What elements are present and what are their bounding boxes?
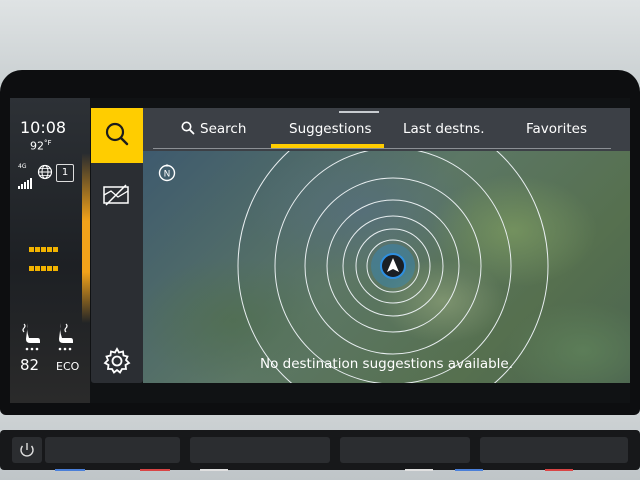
tab-indicator-highlight <box>339 111 379 113</box>
heat-indicator-right <box>545 469 573 471</box>
tab-bar: Search Suggestions Last destns. Favorite… <box>143 108 630 151</box>
climate-controls[interactable] <box>480 437 628 463</box>
status-bar: 10:08 92°F 4G 1 82 ECO <box>10 98 90 403</box>
navigation-panel: Search Suggestions Last destns. Favorite… <box>143 108 630 383</box>
outside-temperature: 92°F <box>30 139 52 153</box>
ambient-dots-icon[interactable] <box>29 238 61 276</box>
climate-right-slider[interactable] <box>340 437 470 463</box>
tab-last-destinations[interactable]: Last destns. <box>403 121 485 137</box>
volume-indicator <box>200 469 228 471</box>
cool-indicator <box>55 469 85 471</box>
compass-icon[interactable]: N <box>157 163 177 187</box>
climate-left-slider[interactable] <box>45 437 180 463</box>
search-icon <box>105 122 129 146</box>
active-tab-underline <box>271 144 384 148</box>
signal-strength-icon <box>18 170 33 189</box>
tab-search[interactable]: Search <box>181 121 246 137</box>
fan-level[interactable]: 82 <box>20 356 39 374</box>
current-position-icon <box>380 253 406 279</box>
map-view[interactable]: N No destination suggestions available. <box>143 151 630 383</box>
eco-mode-label[interactable]: ECO <box>56 360 79 373</box>
ambient-light-edge <box>82 153 90 323</box>
temperature-value: 92 <box>30 139 44 153</box>
globe-icon <box>37 164 53 180</box>
right-indicator <box>405 469 433 471</box>
heat-indicator <box>140 469 170 471</box>
empty-state-message: No destination suggestions available. <box>259 356 514 372</box>
power-icon <box>20 443 34 457</box>
cool-indicator-right <box>455 469 483 471</box>
compass-label: N <box>164 170 171 180</box>
profile-badge[interactable]: 1 <box>56 164 74 182</box>
search-icon <box>181 121 195 135</box>
tab-suggestions[interactable]: Suggestions <box>289 121 372 137</box>
infotainment-screen: 10:08 92°F 4G 1 82 ECO Search Suggestion… <box>10 98 630 403</box>
seat-ventilation-icon[interactable] <box>54 320 78 354</box>
clock: 10:08 <box>20 118 67 137</box>
tab-divider <box>153 148 611 149</box>
nav-menu <box>91 108 143 383</box>
seat-heating-icon[interactable] <box>22 320 46 354</box>
gear-icon[interactable] <box>102 346 132 376</box>
volume-slider[interactable] <box>190 437 330 463</box>
temperature-unit: °F <box>44 139 52 147</box>
tab-favorites[interactable]: Favorites <box>526 121 587 137</box>
power-button[interactable] <box>12 437 42 463</box>
map-off-icon[interactable] <box>100 183 134 207</box>
search-menu-button[interactable] <box>91 108 143 163</box>
tab-search-label: Search <box>200 121 247 137</box>
